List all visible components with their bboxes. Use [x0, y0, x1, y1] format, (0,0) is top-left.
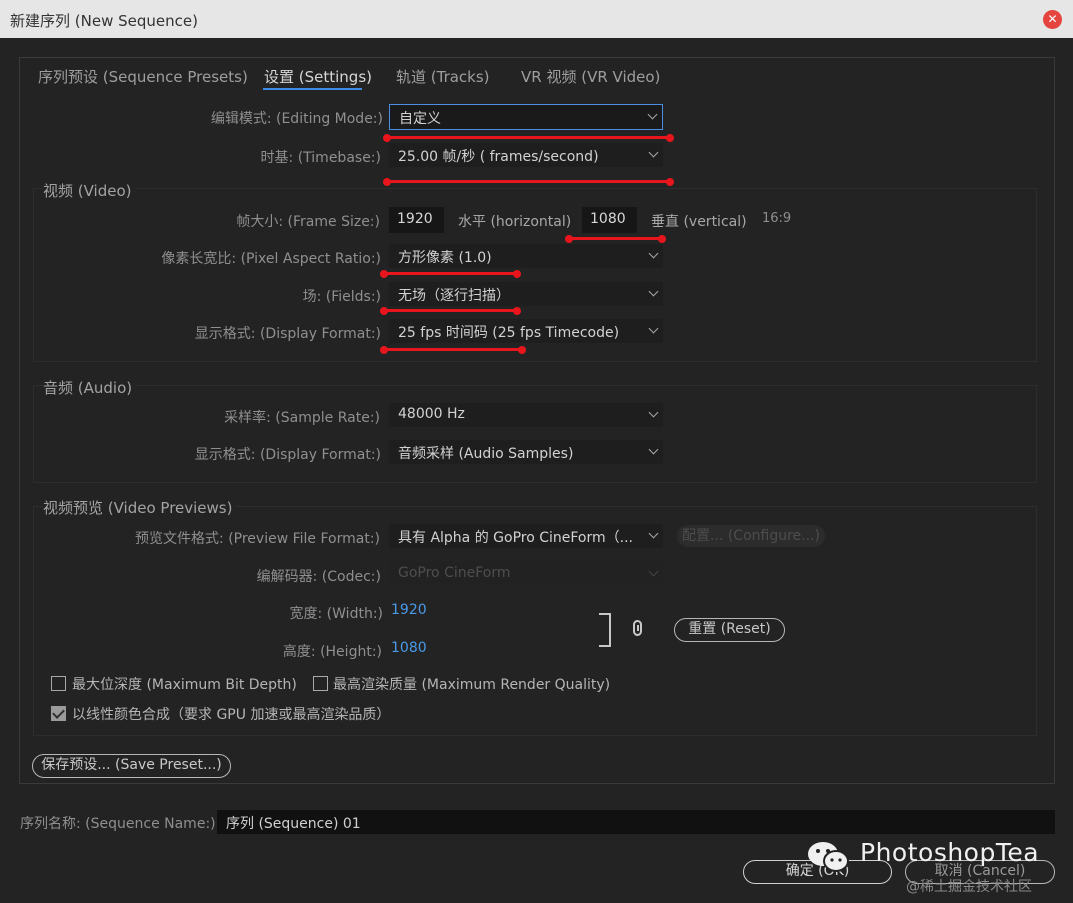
annotation-underline [380, 269, 521, 278]
sequence-name-input[interactable]: 序列 (Sequence) 01 [217, 810, 1055, 834]
watermark: PhotoshopTea @稀土掘金技术社区 [806, 836, 1046, 896]
preview-height-value[interactable]: 1080 [391, 640, 427, 656]
save-preset-button[interactable]: 保存预设... (Save Preset...) [32, 754, 231, 778]
audio-group [33, 385, 1037, 483]
chevron-down-icon [648, 528, 659, 539]
fields-dropdown[interactable]: 无场（逐行扫描） [389, 282, 663, 306]
chevron-down-icon [648, 444, 659, 455]
video-display-format-value: 25 fps 时间码 (25 fps Timecode) [398, 325, 620, 341]
tab-settings[interactable]: 设置 (Settings) [264, 66, 372, 87]
pixel-aspect-ratio-value: 方形像素 (1.0) [398, 250, 492, 266]
annotation-underline [380, 345, 526, 354]
video-section-title: 视频 (Video) [43, 180, 136, 201]
codec-label: 编解码器: (Codec:) [256, 569, 381, 585]
tab-vr-video[interactable]: VR 视频 (VR Video) [521, 66, 660, 87]
chevron-down-icon [648, 147, 659, 158]
sequence-name-label: 序列名称: (Sequence Name:) [20, 816, 216, 832]
preview-height-label: 高度: (Height:) [282, 644, 382, 660]
chevron-down-icon [648, 566, 659, 577]
sample-rate-label: 采样率: (Sample Rate:) [224, 410, 380, 426]
frame-size-label: 帧大小: (Frame Size:) [236, 214, 380, 230]
codec-value: GoPro CineForm [398, 565, 511, 581]
active-tab-indicator [263, 88, 362, 90]
link-bracket [599, 613, 611, 647]
audio-display-format-label: 显示格式: (Display Format:) [194, 447, 381, 463]
link-icon[interactable] [633, 620, 642, 636]
pixel-aspect-ratio-label: 像素长宽比: (Pixel Aspect Ratio:) [161, 251, 381, 267]
annotation-underline [383, 177, 674, 186]
audio-display-format-dropdown[interactable]: 音频采样 (Audio Samples) [389, 440, 663, 464]
fields-value: 无场（逐行扫描） [398, 288, 510, 304]
editing-mode-value: 自定义 [399, 111, 441, 127]
audio-section-title: 音频 (Audio) [43, 377, 137, 398]
chevron-down-icon [647, 109, 658, 120]
preview-file-format-label: 预览文件格式: (Preview File Format:) [135, 531, 380, 547]
timebase-label: 时基: (Timebase:) [260, 150, 381, 166]
watermark-brand: PhotoshopTea [860, 838, 1040, 867]
preview-file-format-dropdown[interactable]: 具有 Alpha 的 GoPro CineForm（... [389, 524, 663, 548]
preview-file-format-value: 具有 Alpha 的 GoPro CineForm（... [398, 530, 633, 546]
max-render-quality-label: 最高渲染质量 (Maximum Render Quality) [333, 677, 611, 693]
video-display-format-label: 显示格式: (Display Format:) [194, 326, 381, 342]
chevron-down-icon [648, 286, 659, 297]
configure-button[interactable]: 配置... (Configure...) [677, 525, 825, 547]
window-title: 新建序列 (New Sequence) [10, 12, 198, 30]
video-previews-section-title: 视频预览 (Video Previews) [43, 497, 237, 518]
aspect-ratio-readout: 16:9 [762, 211, 792, 226]
editing-mode-label: 编辑模式: (Editing Mode:) [210, 111, 383, 127]
title-bar: 新建序列 (New Sequence) ✕ [0, 0, 1073, 38]
preview-width-label: 宽度: (Width:) [289, 606, 383, 622]
frame-height-input[interactable]: 1080 [582, 207, 637, 233]
annotation-underline [383, 133, 674, 142]
audio-display-format-value: 音频采样 (Audio Samples) [398, 446, 574, 462]
fields-label: 场: (Fields:) [302, 289, 381, 305]
linear-color-label: 以线性颜色合成（要求 GPU 加速或最高渲染品质） [72, 707, 391, 723]
codec-dropdown[interactable]: GoPro CineForm [389, 562, 663, 586]
linear-color-checkbox[interactable] [51, 706, 66, 721]
sample-rate-value: 48000 Hz [398, 406, 465, 422]
wechat-icon [808, 842, 849, 872]
frame-width-input[interactable]: 1920 [389, 207, 444, 233]
chevron-down-icon [648, 407, 659, 418]
pixel-aspect-ratio-dropdown[interactable]: 方形像素 (1.0) [389, 244, 663, 268]
chevron-down-icon [648, 323, 659, 334]
annotation-underline [380, 306, 521, 315]
tab-sequence-presets[interactable]: 序列预设 (Sequence Presets) [38, 66, 248, 87]
vertical-label: 垂直 (vertical) [651, 214, 747, 230]
horizontal-label: 水平 (horizontal) [458, 214, 572, 230]
max-render-quality-checkbox[interactable] [313, 676, 328, 691]
tab-tracks[interactable]: 轨道 (Tracks) [396, 66, 490, 87]
annotation-underline [565, 234, 666, 243]
close-icon[interactable]: ✕ [1043, 10, 1062, 29]
reset-button[interactable]: 重置 (Reset) [674, 618, 785, 642]
timebase-value: 25.00 帧/秒 ( frames/second) [398, 149, 599, 165]
video-display-format-dropdown[interactable]: 25 fps 时间码 (25 fps Timecode) [389, 319, 663, 343]
preview-width-value[interactable]: 1920 [391, 602, 427, 618]
max-bit-depth-label: 最大位深度 (Maximum Bit Depth) [72, 677, 297, 693]
max-bit-depth-checkbox[interactable] [51, 676, 66, 691]
chevron-down-icon [648, 248, 659, 259]
timebase-dropdown[interactable]: 25.00 帧/秒 ( frames/second) [389, 143, 663, 167]
sample-rate-dropdown[interactable]: 48000 Hz [389, 403, 663, 427]
editing-mode-dropdown[interactable]: 自定义 [389, 104, 663, 130]
watermark-community: @稀土掘金技术社区 [906, 879, 1032, 895]
